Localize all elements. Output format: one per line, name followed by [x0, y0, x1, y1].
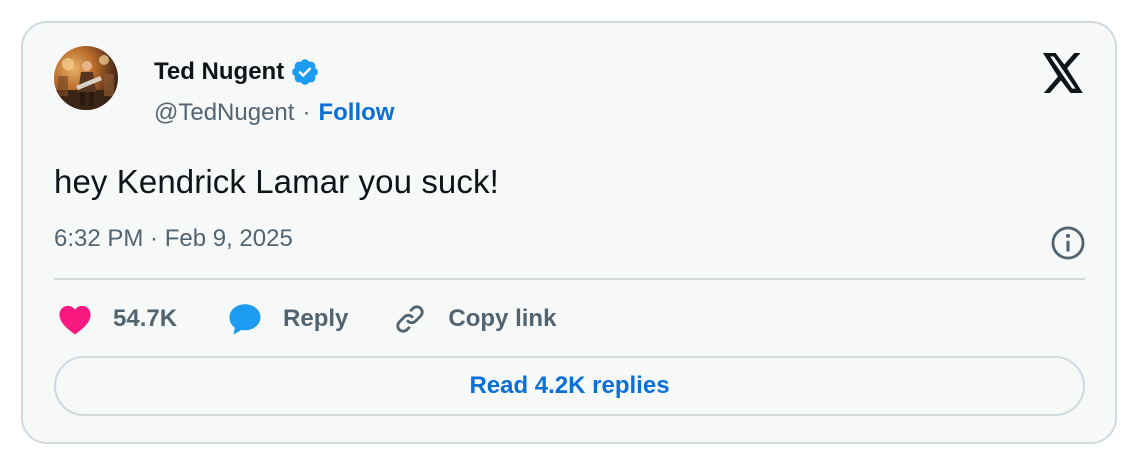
divider	[54, 278, 1085, 280]
like-button[interactable]: 54.7K	[57, 303, 177, 335]
reply-button[interactable]: Reply	[227, 302, 348, 336]
copy-link-button[interactable]: Copy link	[392, 301, 556, 337]
tweet-embed-card: Ted Nugent @TedNugent · Follow hey Kendr…	[21, 21, 1117, 444]
link-icon	[392, 301, 428, 337]
author-handle-row: @TedNugent · Follow	[154, 97, 394, 129]
speech-bubble-icon	[227, 302, 263, 336]
copy-link-label: Copy link	[448, 305, 557, 332]
read-replies-button[interactable]: Read 4.2K replies	[54, 356, 1085, 416]
author-name-row: Ted Nugent	[154, 57, 320, 87]
verified-badge-icon	[290, 57, 320, 87]
follow-button[interactable]: Follow	[318, 99, 394, 127]
x-logo-icon[interactable]	[1041, 53, 1085, 93]
heart-icon	[57, 303, 93, 335]
info-icon[interactable]	[1049, 224, 1087, 262]
avatar-image	[54, 55, 118, 110]
tweet-text: hey Kendrick Lamar you suck!	[54, 163, 499, 200]
like-count: 54.7K	[113, 305, 178, 332]
reply-label: Reply	[283, 305, 349, 332]
action-bar: 54.7K Reply Copy link	[57, 299, 556, 339]
separator-dot: ·	[302, 99, 311, 126]
author-handle[interactable]: @TedNugent	[154, 99, 294, 127]
tweet-timestamp[interactable]: 6:32 PM · Feb 9, 2025	[54, 225, 293, 253]
author-display-name[interactable]: Ted Nugent	[154, 58, 284, 86]
avatar[interactable]	[54, 46, 118, 110]
